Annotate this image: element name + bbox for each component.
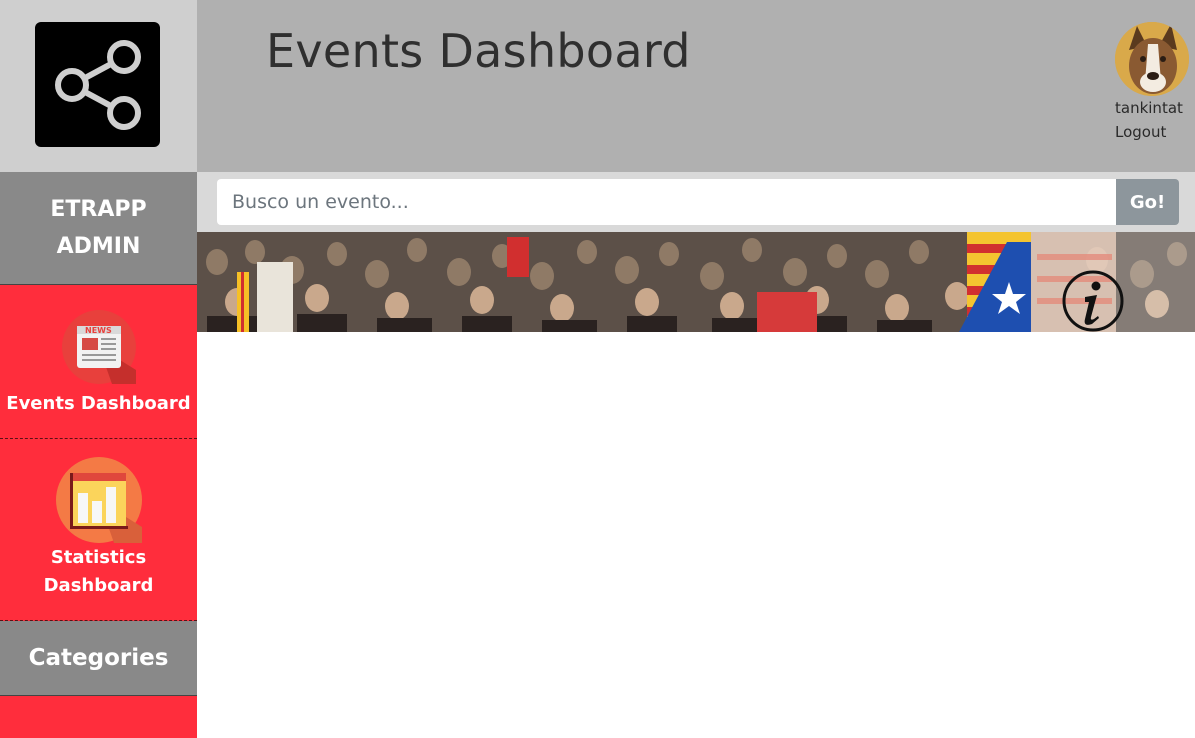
news-icon: NEWS bbox=[61, 310, 136, 384]
page-title: Events Dashboard bbox=[266, 24, 691, 78]
dog-avatar-icon bbox=[1115, 22, 1189, 96]
search-bar: Go! bbox=[197, 172, 1195, 232]
statistics-icon bbox=[55, 457, 142, 543]
svg-text:NEWS: NEWS bbox=[85, 326, 112, 335]
crowd-banner bbox=[197, 232, 1195, 332]
app-logo[interactable] bbox=[35, 22, 160, 147]
brand-line-2: ADMIN bbox=[56, 234, 141, 259]
brand-title: ETRAPP ADMIN bbox=[0, 172, 197, 285]
logo-area bbox=[0, 0, 197, 172]
sidebar-item-label-line-2: Dashboard bbox=[43, 575, 154, 596]
main-content bbox=[197, 332, 1195, 738]
sidebar-item-statistics-dashboard[interactable]: Statistics Dashboard bbox=[0, 439, 197, 621]
sidebar-item-label-line-1: Statistics bbox=[50, 547, 147, 568]
brand-line-1: ETRAPP bbox=[50, 197, 147, 222]
avatar[interactable] bbox=[1115, 22, 1189, 96]
sidebar: ETRAPP ADMIN NEWS Events Dashboard Stati… bbox=[0, 0, 197, 738]
search-input[interactable] bbox=[217, 179, 1117, 225]
share-icon bbox=[55, 40, 141, 130]
info-icon[interactable] bbox=[1061, 269, 1125, 332]
logout-link[interactable]: Logout bbox=[1115, 123, 1166, 141]
sidebar-categories[interactable]: Categories bbox=[0, 621, 197, 696]
header: Events Dashboard tankintat Logout bbox=[197, 0, 1195, 172]
sidebar-item-events-dashboard[interactable]: NEWS Events Dashboard bbox=[0, 285, 197, 439]
crowd-banner-image bbox=[197, 232, 1195, 332]
username: tankintat bbox=[1115, 99, 1183, 117]
sidebar-tail bbox=[0, 696, 197, 738]
app: ETRAPP ADMIN NEWS Events Dashboard Stati… bbox=[0, 0, 1195, 738]
sidebar-item-label: Events Dashboard bbox=[6, 393, 191, 414]
go-button[interactable]: Go! bbox=[1116, 179, 1179, 225]
